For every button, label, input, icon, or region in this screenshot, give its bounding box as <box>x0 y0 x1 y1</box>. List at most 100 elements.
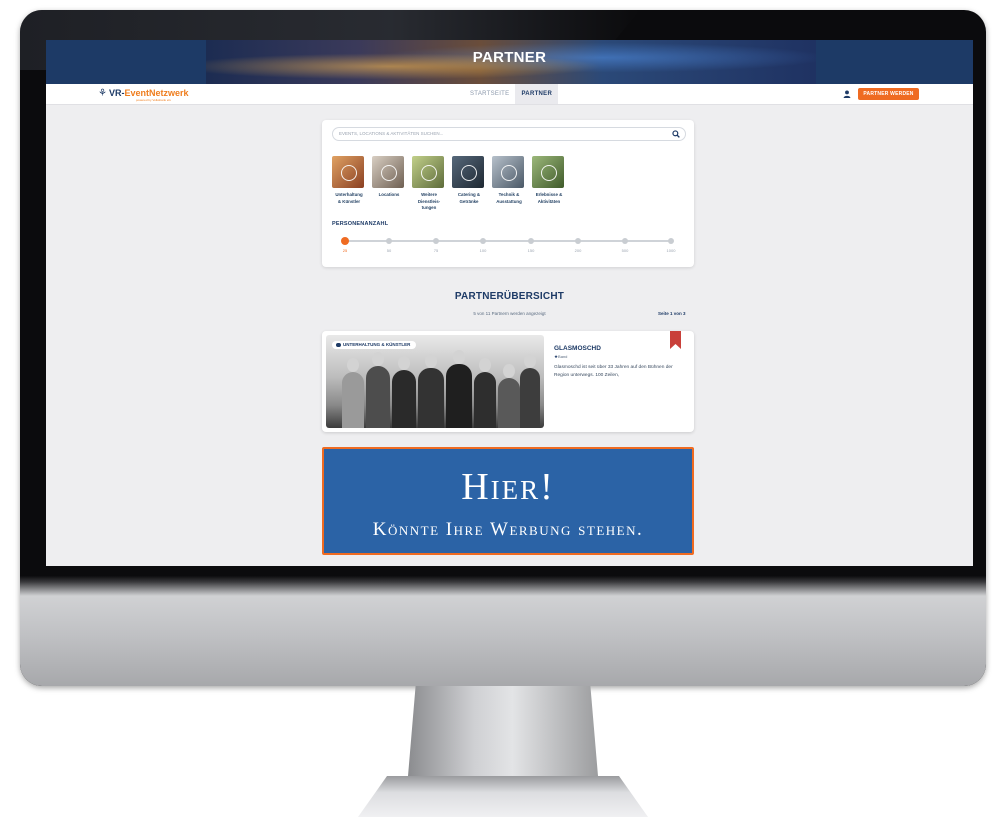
partner-werden-button[interactable]: PARTNER WERDEN <box>858 88 919 100</box>
website-screen: PARTNER ⚘ VR-EventNetzwerk powered by Vo… <box>46 40 973 566</box>
slider-tick-label: 200 <box>574 248 582 253</box>
category-label-line: tungen <box>421 205 437 210</box>
photo-figure-head <box>347 358 359 372</box>
category-label-line: Aktivitäten <box>537 198 561 204</box>
slider-tick-label: 150 <box>527 248 535 253</box>
category-catering[interactable]: Catering & Getränke <box>452 156 486 205</box>
photo-figure-head <box>503 364 515 378</box>
slider-step[interactable] <box>433 238 439 244</box>
stand-neck <box>408 686 598 776</box>
category-label: Erlebnisse & Aktivitäten <box>532 192 566 205</box>
category-label-line: & Künstler <box>337 198 361 204</box>
category-overlay-icon <box>501 165 517 181</box>
category-overlay-icon <box>381 165 397 181</box>
advertisement-banner[interactable]: Hier! Könnte Ihre Werbung stehen. <box>322 447 694 555</box>
category-badge: UNTERHALTUNG & KÜNSTLER <box>332 341 417 349</box>
photo-figure <box>418 354 444 428</box>
category-label: Catering & Getränke <box>452 192 486 205</box>
photo-figure <box>474 358 496 428</box>
partner-type-text: Band <box>558 354 568 359</box>
logo-tagline: powered by Volksbank eG <box>136 98 171 102</box>
category-erlebnisse[interactable]: Erlebnisse & Aktivitäten <box>532 156 566 205</box>
ad-headline: Hier! <box>461 466 555 508</box>
slider-tick-label: 100 <box>479 248 487 253</box>
slider-handle[interactable] <box>341 237 349 245</box>
category-overlay-icon <box>421 165 437 181</box>
category-weitere-dienstleistungen[interactable]: Weitere Dienstleis-tungen <box>412 156 446 212</box>
photo-figure-head <box>425 354 437 368</box>
chin-shadow <box>20 576 986 596</box>
logo-text: VR-EventNetzwerk <box>109 88 189 98</box>
search-input[interactable] <box>339 129 649 138</box>
category-technik[interactable]: Technik & Ausstattung <box>492 156 526 205</box>
slider-tick-label: 500 <box>621 248 629 253</box>
category-overlay-icon <box>341 165 357 181</box>
logo-main: EventNetzwerk <box>124 88 189 98</box>
search-filter-card: Unterhaltung& Künstler Locations Weitere… <box>322 120 694 267</box>
category-thumbnail <box>532 156 564 188</box>
logo-prefix: VR- <box>109 88 125 98</box>
photo-figure-head <box>372 352 384 366</box>
slider-step[interactable] <box>386 238 392 244</box>
category-overlay-icon <box>541 165 557 181</box>
nav-link-startseite[interactable]: STARTSEITE <box>464 84 515 104</box>
category-label-line: Erlebnisse & <box>535 192 563 197</box>
category-thumbnail <box>452 156 484 188</box>
bookmark-icon[interactable] <box>670 331 681 349</box>
category-locations[interactable]: Locations <box>372 156 406 199</box>
slider-step[interactable] <box>668 238 674 244</box>
category-label: Unterhaltung & Künstler <box>332 192 366 205</box>
slider-step[interactable] <box>480 238 486 244</box>
category-thumbnail <box>492 156 524 188</box>
partner-photo: UNTERHALTUNG & KÜNSTLER <box>326 335 544 428</box>
category-list: Unterhaltung & Künstler Locations Weitere… <box>332 156 582 212</box>
category-label: Technik & Ausstattung <box>492 192 526 205</box>
category-label-line: Ausstattung <box>496 198 522 204</box>
mask-icon <box>336 342 341 347</box>
photo-figure <box>366 352 390 428</box>
photo-figure <box>446 350 472 428</box>
photo-figure <box>520 354 540 428</box>
overview-title: PARTNERÜBERSICHT <box>454 291 565 302</box>
stand-base <box>358 776 648 817</box>
persons-slider[interactable]: 25 50 75 100 150 200 500 1000 <box>341 237 675 258</box>
slider-tick-label: 25 <box>342 248 348 253</box>
slider-tick-label: 75 <box>433 248 439 253</box>
page-title: PARTNER <box>472 49 547 66</box>
persons-label: PERSONENANZAHL <box>332 221 389 227</box>
partner-type: ★Band <box>554 354 567 360</box>
slider-step[interactable] <box>528 238 534 244</box>
photo-figure <box>498 364 520 428</box>
monitor-stand <box>358 686 648 817</box>
partner-card[interactable]: UNTERHALTUNG & KÜNSTLER GLASMOSCHD ★Band… <box>322 331 694 432</box>
search-icon[interactable] <box>672 130 680 138</box>
photo-figure-head <box>524 354 536 368</box>
category-label-line: Getränke <box>459 198 479 204</box>
photo-figure-head <box>398 356 410 370</box>
user-icon[interactable] <box>843 90 851 98</box>
logo-mark-icon: ⚘ <box>98 88 107 99</box>
partner-name[interactable]: GLASMOSCHD <box>554 345 601 352</box>
slider-step[interactable] <box>575 238 581 244</box>
main-menu: STARTSEITE PARTNER <box>464 84 559 104</box>
category-label-line: Locations <box>378 192 400 197</box>
partner-description: Glasmoschd ist seit über 33 Jahren auf d… <box>554 365 673 378</box>
nav-link-partner[interactable]: PARTNER <box>515 84 559 104</box>
slider-tick-label: 1000 <box>666 248 676 253</box>
slider-tick-label: 50 <box>386 248 392 253</box>
category-badge-text: UNTERHALTUNG & KÜNSTLER <box>343 342 411 347</box>
ad-subline: Könnte Ihre Werbung stehen. <box>372 519 644 540</box>
category-unterhaltung[interactable]: Unterhaltung & Künstler <box>332 156 366 205</box>
photo-figure-head <box>479 358 491 372</box>
search-field[interactable] <box>332 127 686 141</box>
category-label: Locations <box>372 192 406 199</box>
category-thumbnail <box>412 156 444 188</box>
hero-banner: PARTNER <box>46 40 973 84</box>
category-thumbnail <box>332 156 364 188</box>
slider-step[interactable] <box>622 238 628 244</box>
page-indicator: Seite 1 von 3 <box>658 311 686 316</box>
photo-figure-head <box>453 350 465 364</box>
result-count: 5 von 11 Partnern werden angezeigt <box>473 311 546 316</box>
category-thumbnail <box>372 156 404 188</box>
photo-figure <box>342 358 364 428</box>
